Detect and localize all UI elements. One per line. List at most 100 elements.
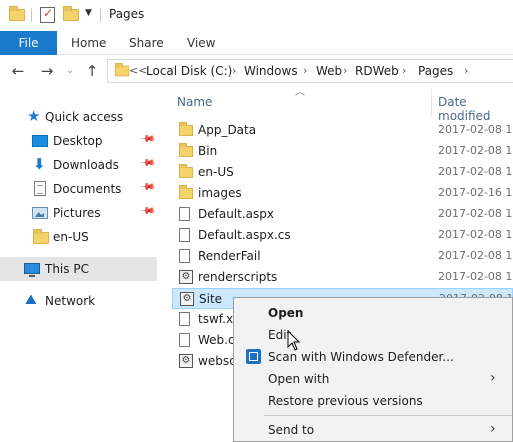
forward-arrow-icon[interactable]: → <box>37 61 57 81</box>
ribbon: File Home Share View <box>0 31 513 55</box>
quick-access-toolbar-dropdown-icon[interactable]: ▼ <box>85 8 92 18</box>
new-folder-icon[interactable] <box>63 6 81 24</box>
file-date-modified: 2017-02-08 16: <box>438 249 513 262</box>
sidebar-item-pictures[interactable]: Pictures 📌 <box>0 201 157 225</box>
file-icon <box>179 249 190 263</box>
sidebar-item-label: Documents <box>53 182 122 196</box>
menu-item-open[interactable]: Open <box>234 302 512 324</box>
file-name: RenderFail <box>198 249 261 263</box>
table-row[interactable]: Bin 2017-02-08 16: <box>172 141 513 162</box>
breadcrumb-web[interactable]: Web <box>316 64 342 78</box>
pin-icon[interactable]: 📌 <box>139 179 156 196</box>
pin-icon[interactable]: 📌 <box>139 203 156 220</box>
folder-icon <box>33 229 49 244</box>
file-date-modified: 2017-02-08 16: <box>438 228 513 241</box>
file-name: websc <box>198 354 236 368</box>
sidebar-item-desktop[interactable]: Desktop 📌 <box>0 129 157 153</box>
folder-icon <box>9 6 27 24</box>
up-arrow-icon[interactable]: ↑ <box>82 61 102 81</box>
navigation-pane: ★ Quick access Desktop 📌 ⬇ Downloads 📌 D… <box>0 87 157 442</box>
breadcrumb-separator-icon[interactable]: › <box>402 64 406 77</box>
menu-item-edit[interactable]: Edit <box>234 324 512 346</box>
breadcrumb-rdweb[interactable]: RDWeb <box>355 64 399 78</box>
sidebar-item-quick-access[interactable]: ★ Quick access <box>0 105 157 129</box>
breadcrumb-overflow[interactable]: << <box>129 64 147 77</box>
folder-icon <box>179 143 193 157</box>
column-header-name[interactable]: Name <box>177 95 212 109</box>
sidebar-item-network[interactable]: ⛰ Network <box>0 289 157 313</box>
sidebar-item-downloads[interactable]: ⬇ Downloads 📌 <box>0 153 157 177</box>
file-date-modified: 2017-02-16 11: <box>438 186 513 199</box>
windows-defender-icon <box>246 349 261 364</box>
file-icon <box>179 207 190 221</box>
sidebar-item-label: Network <box>45 294 96 308</box>
table-row[interactable]: Default.aspx 2017-02-08 16: <box>172 204 513 225</box>
breadcrumb-local-disk[interactable]: Local Disk (C:) <box>146 64 232 78</box>
menu-item-open-with[interactable]: Open with › <box>234 368 512 390</box>
pin-icon[interactable]: 📌 <box>139 131 156 148</box>
breadcrumb-windows[interactable]: Windows <box>244 64 298 78</box>
sidebar-item-documents[interactable]: Documents 📌 <box>0 177 157 201</box>
script-icon: ⚙ <box>179 270 193 284</box>
file-icon <box>179 312 190 326</box>
table-row[interactable]: en-US 2017-02-08 16: <box>172 162 513 183</box>
title-separator <box>31 8 32 22</box>
documents-icon <box>34 181 46 196</box>
table-row[interactable]: images 2017-02-16 11: <box>172 183 513 204</box>
navigation-bar: ← → ⌄ ↑ << Local Disk (C:) › Windows › W… <box>0 55 513 87</box>
computer-icon <box>24 261 40 277</box>
menu-item-label: Send to <box>268 423 315 437</box>
breadcrumb-separator-icon[interactable]: › <box>343 64 347 77</box>
file-name: renderscripts <box>198 270 278 284</box>
file-date-modified: 2017-02-08 16: <box>438 144 513 157</box>
table-row[interactable]: Default.aspx.cs 2017-02-08 16: <box>172 225 513 246</box>
downloads-icon: ⬇ <box>33 155 46 173</box>
tab-view[interactable]: View <box>187 31 215 55</box>
desktop-icon <box>32 133 48 147</box>
table-row[interactable]: ⚙ renderscripts 2017-02-08 16: <box>172 267 513 288</box>
sidebar-item-label: Pictures <box>53 206 101 220</box>
properties-icon[interactable] <box>40 6 58 24</box>
tab-file[interactable]: File <box>0 31 57 55</box>
column-header-date-modified[interactable]: Date modified <box>438 95 513 123</box>
window-title: Pages <box>109 7 145 21</box>
file-name: Bin <box>198 144 218 158</box>
menu-item-scan-defender[interactable]: Scan with Windows Defender... <box>234 346 512 368</box>
column-divider[interactable] <box>431 89 432 117</box>
recent-locations-chevron-icon[interactable]: ⌄ <box>60 61 80 81</box>
menu-item-label: Open with <box>268 372 330 386</box>
sidebar-item-label: This PC <box>45 262 89 276</box>
sidebar-item-en-us[interactable]: en-US <box>0 225 157 249</box>
breadcrumb-separator-icon[interactable]: › <box>232 64 236 77</box>
file-date-modified: 2017-02-08 16: <box>438 270 513 283</box>
script-icon: ⚙ <box>179 354 193 368</box>
menu-separator <box>264 415 512 416</box>
title-bar: ▼ Pages <box>0 0 513 31</box>
breadcrumb-pages[interactable]: Pages <box>418 64 453 78</box>
menu-item-send-to[interactable]: Send to › <box>234 419 512 441</box>
menu-item-restore-previous-versions[interactable]: Restore previous versions <box>234 390 512 412</box>
file-name: images <box>198 186 242 200</box>
menu-item-label: Scan with Windows Defender... <box>268 350 454 364</box>
address-bar[interactable]: << Local Disk (C:) › Windows › Web › RDW… <box>107 59 513 83</box>
pictures-icon <box>32 205 48 219</box>
file-date-modified: 2017-02-08 16: <box>438 207 513 220</box>
file-icon <box>179 333 190 347</box>
sidebar-item-label: en-US <box>53 230 89 244</box>
tab-home[interactable]: Home <box>71 31 106 55</box>
back-arrow-icon[interactable]: ← <box>8 61 28 81</box>
breadcrumb-separator-icon[interactable]: › <box>303 64 307 77</box>
file-date-modified: 2017-02-08 16: <box>438 123 513 136</box>
config-icon: ⚙ <box>180 292 194 306</box>
network-icon: ⛰ <box>25 292 37 308</box>
tab-share[interactable]: Share <box>129 31 164 55</box>
sidebar-item-label: Quick access <box>45 110 124 124</box>
table-row[interactable]: RenderFail 2017-02-08 16: <box>172 246 513 267</box>
folder-icon <box>179 185 193 199</box>
file-name: App_Data <box>198 123 257 137</box>
sidebar-item-this-pc[interactable]: This PC <box>0 257 157 281</box>
pin-icon[interactable]: 📌 <box>139 155 156 172</box>
breadcrumb-separator-icon[interactable]: › <box>464 64 468 77</box>
file-icon <box>179 228 190 242</box>
table-row[interactable]: App_Data 2017-02-08 16: <box>172 120 513 141</box>
